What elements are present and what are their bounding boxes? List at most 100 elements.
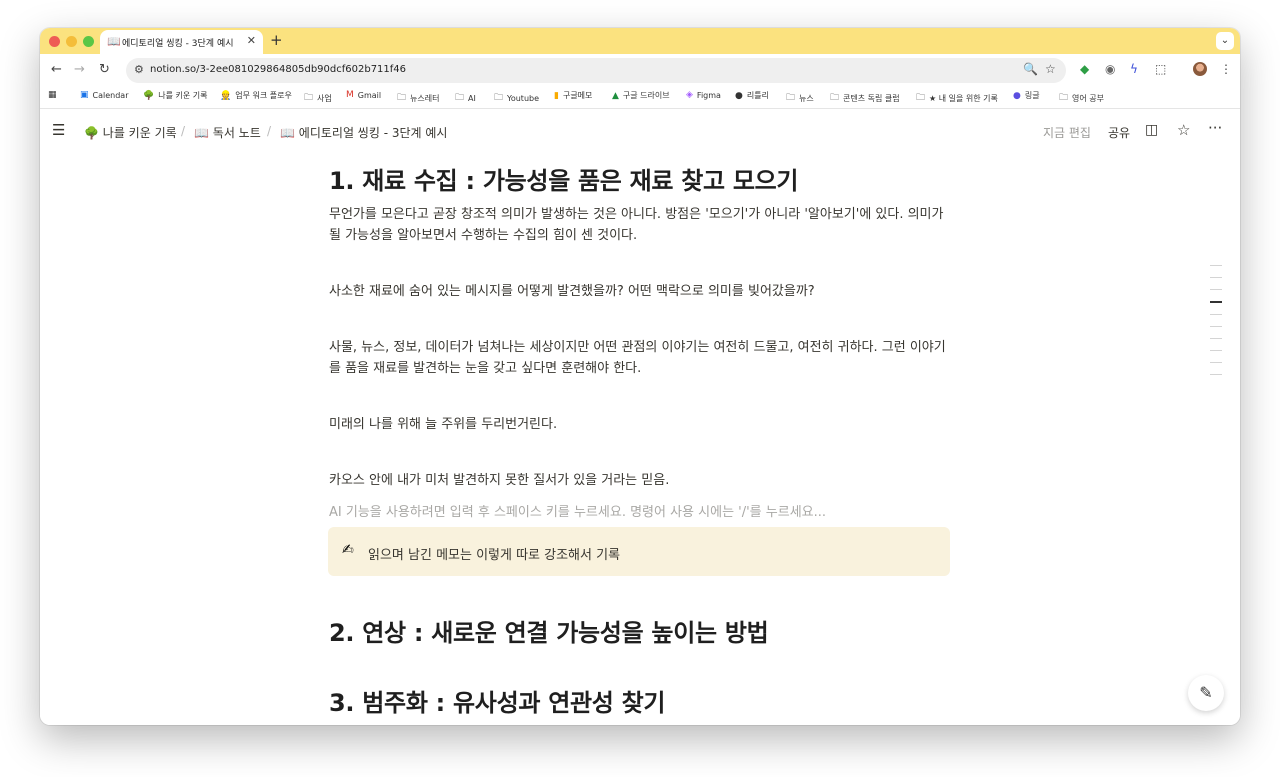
paragraph-block[interactable]: 사소한 재료에 숨어 있는 메시지를 어떻게 발견했을까? 어떤 맥락으로 의미… (329, 281, 953, 302)
callout-text: 읽으며 남긴 메모는 이렇게 따로 강조해서 기록 (368, 548, 621, 563)
tab-close-icon[interactable]: ✕ (247, 34, 256, 47)
forward-arrow-icon[interactable]: → (74, 62, 85, 77)
breadcrumb-item-growth-record[interactable]: 🌳 나를 키운 기록 (84, 124, 177, 141)
edited-status: 지금 편집 (1043, 126, 1091, 140)
folder-icon: 🗀 (304, 93, 314, 103)
paragraph-block[interactable]: 카오스 안에 내가 미처 발견하지 못한 질서가 있을 거라는 믿음. (329, 470, 953, 491)
back-arrow-icon[interactable]: ← (51, 62, 62, 77)
bookmark-google-memo[interactable]: ▮ 구글메모 (554, 90, 592, 101)
notion-topbar: ☰ 🌳 나를 키운 기록 / 📖 독서 노트 / 📖 에디토리얼 씽킹 - 3단… (40, 109, 1240, 155)
paragraph-block[interactable]: 무언가를 모은다고 곧장 창조적 의미가 발생하는 것은 아니다. 방점은 '모… (329, 204, 953, 246)
bookmark-ringle[interactable]: ● 링글 (1013, 90, 1040, 101)
empty-block-placeholder[interactable]: AI 기능을 사용하려면 입력 후 스페이스 키를 누르세요. 명령어 사용 시… (329, 501, 826, 520)
folder-icon: 🗀 (830, 93, 840, 103)
bookmark-folder-youtube[interactable]: 🗀 Youtube (494, 90, 539, 106)
bookmark-folder-ai[interactable]: 🗀 AI (455, 90, 476, 106)
bookmark-folder-content-club[interactable]: 🗀 콘텐츠 독립 클럽 (830, 90, 900, 106)
gmail-icon: M (346, 90, 354, 100)
zoom-icon[interactable]: 🔍 (1023, 62, 1038, 76)
drive-icon: ▲ (612, 90, 619, 101)
toc-marker[interactable] (1210, 289, 1222, 290)
bookmark-gmail[interactable]: M Gmail (346, 90, 381, 100)
folder-icon: 🗀 (397, 93, 407, 103)
toc-marker[interactable] (1210, 326, 1222, 327)
url-text: notion.so/3-2ee081029864805db90dcf602b71… (150, 64, 407, 75)
figma-icon: ◈ (686, 90, 693, 100)
app-icon: ● (1013, 90, 1021, 101)
heading-material-collection[interactable]: 1. 재료 수집 : 가능성을 품은 재료 찾고 모으기 (329, 161, 799, 196)
window-close-button[interactable] (49, 36, 60, 47)
bookmark-calendar[interactable]: ▣ Calendar (80, 90, 129, 100)
new-tab-button[interactable]: + (270, 31, 283, 49)
profile-avatar[interactable] (1193, 62, 1207, 76)
calendar-icon: ▣ (80, 90, 89, 100)
share-button[interactable]: 공유 (1108, 124, 1130, 141)
bookmarks-bar: ▦ ▣ Calendar 🌳 나를 키운 기록 👷 업무 워크 플로우 🗀 사업 M Gm… (40, 87, 1240, 109)
bookmark-folder-newsletter[interactable]: 🗀 뉴스레터 (397, 90, 439, 106)
toc-marker[interactable] (1210, 277, 1222, 278)
bookmark-folder-my-work[interactable]: 🗀 ★ 내 일을 위한 기록 (916, 90, 998, 106)
paragraph-block[interactable]: 사물, 뉴스, 정보, 데이터가 넘쳐나는 세상이지만 어떤 관점의 이야기는 … (329, 337, 953, 379)
site-settings-icon[interactable]: ⚙ (134, 63, 144, 76)
bookmark-google-drive[interactable]: ▲ 구글 드라이브 (612, 90, 670, 101)
folder-icon: 🗀 (455, 93, 465, 103)
tab-title: 에디토리얼 씽킹 - 3단계 예시 (122, 39, 234, 49)
notion-ai-face-icon: ✎ (1199, 683, 1213, 702)
tree-icon: 🌳 (84, 126, 99, 140)
tab-search-button[interactable]: ⌄ (1216, 32, 1234, 50)
apps-grid-icon[interactable]: ▦ (48, 90, 57, 100)
evernote-extension-icon[interactable]: ◆ (1080, 62, 1089, 76)
bookmark-workflow[interactable]: 👷 업무 워크 플로우 (220, 90, 292, 101)
bookmark-figma[interactable]: ◈ Figma (686, 90, 721, 100)
browser-toolbar: ← → ↻ ⚙ notion.so/3-2ee081029864805db90d… (40, 54, 1240, 87)
lightning-extension-icon[interactable]: ϟ (1130, 62, 1138, 76)
sidebar-menu-icon[interactable]: ☰ (52, 121, 65, 139)
window-minimize-button[interactable] (66, 36, 77, 47)
book-icon: 📖 (280, 126, 295, 140)
reload-icon[interactable]: ↻ (99, 62, 110, 77)
window-maximize-button[interactable] (83, 36, 94, 47)
favorite-star-icon[interactable]: ☆ (1177, 121, 1190, 139)
bookmark-folder-business[interactable]: 🗀 사업 (304, 90, 332, 106)
folder-icon: 🗀 (916, 93, 926, 103)
folder-icon: 🗀 (786, 93, 796, 103)
breadcrumb-item-current-page[interactable]: 📖 에디토리얼 씽킹 - 3단계 예시 (280, 124, 447, 141)
browser-menu-icon[interactable]: ⋮ (1220, 62, 1232, 76)
breadcrumb-separator: / (181, 124, 186, 138)
browser-window: 📖 에디토리얼 씽킹 - 3단계 예시 ✕ + ⌄ ← → ↻ ⚙ notion… (40, 28, 1240, 725)
toc-marker[interactable] (1210, 374, 1222, 375)
heading-association[interactable]: 2. 연상 : 새로운 연결 가능성을 높이는 방법 (329, 613, 769, 648)
bookmark-littly[interactable]: ● 리틀리 (735, 90, 769, 101)
folder-icon: 🗀 (494, 93, 504, 103)
toc-marker[interactable] (1210, 350, 1222, 351)
extensions-puzzle-icon[interactable]: ⬚ (1155, 62, 1166, 76)
toc-marker[interactable] (1210, 338, 1222, 339)
toc-marker-active[interactable] (1210, 301, 1222, 303)
tab-strip: 📖 에디토리얼 씽킹 - 3단계 예시 ✕ + ⌄ (40, 28, 1240, 54)
toc-marker[interactable] (1210, 362, 1222, 363)
bookmark-folder-news[interactable]: 🗀 뉴스 (786, 90, 814, 106)
worker-icon: 👷 (220, 90, 232, 101)
browser-tab[interactable]: 📖 에디토리얼 씽킹 - 3단계 예시 ✕ (100, 30, 263, 54)
folder-icon: 🗀 (1059, 93, 1069, 103)
camera-extension-icon[interactable]: ◉ (1105, 62, 1115, 76)
notion-ai-help-button[interactable]: ✎ (1188, 675, 1224, 711)
bookmark-star-icon[interactable]: ☆ (1045, 62, 1056, 76)
toc-marker[interactable] (1210, 314, 1222, 315)
more-options-icon[interactable]: ··· (1208, 119, 1222, 137)
side-panel-icon[interactable]: ◫ (1145, 122, 1158, 138)
paragraph-block[interactable]: 미래의 나를 위해 늘 주위를 두리번거린다. (329, 414, 953, 435)
address-bar[interactable]: ⚙ notion.so/3-2ee081029864805db90dcf602b… (126, 58, 1066, 83)
callout-block[interactable]: ✍ 읽으며 남긴 메모는 이렇게 따로 강조해서 기록 (328, 527, 950, 576)
tree-icon: 🌳 (143, 90, 155, 101)
book-icon: 📖 (107, 35, 121, 48)
bookmark-growth-record[interactable]: 🌳 나를 키운 기록 (143, 90, 207, 101)
breadcrumb-separator: / (267, 124, 272, 138)
app-icon: ● (735, 90, 743, 101)
writing-hand-icon[interactable]: ✍ (342, 542, 354, 558)
breadcrumb-item-reading-notes[interactable]: 📖 독서 노트 (194, 124, 261, 141)
book-icon: 📖 (194, 126, 209, 140)
heading-categorization[interactable]: 3. 범주화 : 유사성과 연관성 찾기 (329, 683, 665, 718)
toc-marker[interactable] (1210, 265, 1222, 266)
bookmark-folder-english[interactable]: 🗀 영어 공부 (1059, 90, 1104, 106)
